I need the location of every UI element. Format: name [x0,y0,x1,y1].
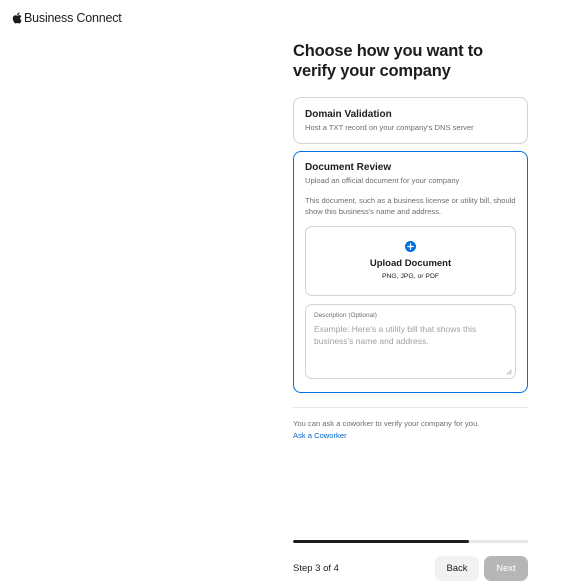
option-title: Domain Validation [305,109,392,120]
upload-title: Upload Document [369,258,452,269]
progress-fill [293,540,470,543]
description-label: Description (Optional) [314,312,377,319]
option-document-review[interactable]: Document Review Upload an official docum… [293,151,528,393]
upload-document-button[interactable]: Upload Document PNG, JPG, or PDF [305,226,516,296]
option-title: Document Review [305,162,392,173]
progress-bar [293,540,528,543]
document-note: This document, such as a business licens… [305,196,516,216]
step-indicator: Step 3 of 4 [293,563,339,574]
brand: Business Connect [12,11,122,25]
verification-panel: Choose how you want to verify your compa… [293,41,528,440]
plus-circle-icon [405,241,416,252]
option-domain-validation[interactable]: Domain Validation Host a TXT record on y… [293,97,528,144]
apple-logo-icon [12,12,22,24]
option-subtitle: Host a TXT record on your company's DNS … [305,123,474,132]
coworker-text: You can ask a coworker to verify your co… [293,419,480,428]
upload-formats: PNG, JPG, or PDF [381,273,440,280]
brand-name: Business Connect [24,11,122,25]
divider [293,407,528,408]
next-button[interactable]: Next [484,556,528,581]
option-subtitle: Upload an official document for your com… [305,176,460,185]
resize-handle-icon[interactable] [506,369,512,375]
page-title: Choose how you want to verify your compa… [293,42,483,80]
description-field: Description (Optional) [305,304,516,379]
back-button[interactable]: Back [435,556,479,581]
description-input[interactable] [314,324,507,370]
ask-coworker-link[interactable]: Ask a Coworker [293,430,347,441]
